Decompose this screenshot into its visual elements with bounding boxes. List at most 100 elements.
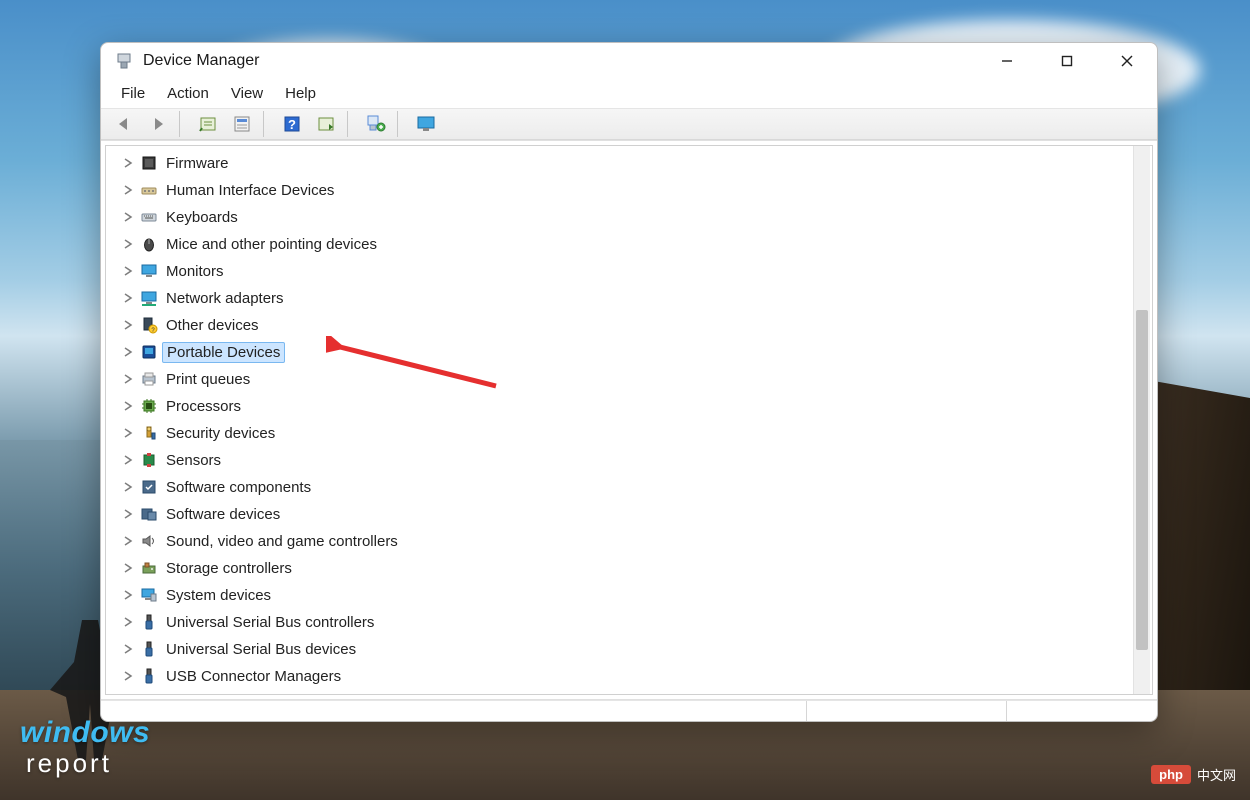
chevron-right-icon[interactable] xyxy=(122,643,134,655)
titlebar[interactable]: Device Manager xyxy=(101,43,1157,79)
menu-view[interactable]: View xyxy=(221,81,273,106)
chevron-right-icon[interactable] xyxy=(122,589,134,601)
chevron-right-icon[interactable] xyxy=(122,238,134,250)
tree-node-swcomp[interactable]: Software components xyxy=(106,474,1152,501)
help-icon: ? xyxy=(282,114,302,134)
client-area: Firmware Human Interface Devices Keyboards… xyxy=(101,140,1157,700)
tree-node-other[interactable]: ?Other devices xyxy=(106,312,1152,339)
tree-node-label: Human Interface Devices xyxy=(166,181,334,200)
device-manager-window: Device Manager File Action View Help xyxy=(100,42,1158,722)
portable-icon xyxy=(140,343,158,361)
tree-node-label: USB Connector Managers xyxy=(166,667,341,686)
tree-node-monitor[interactable]: Monitors xyxy=(106,258,1152,285)
show-hidden-button[interactable] xyxy=(191,109,225,139)
nav-forward-icon xyxy=(148,114,168,134)
statusbar-cell xyxy=(1006,701,1157,721)
sensor-icon xyxy=(140,451,158,469)
toolbar-separator xyxy=(347,111,355,137)
tree-node-label: Firmware xyxy=(166,154,229,173)
action-button[interactable] xyxy=(309,109,343,139)
tree-node-swdev[interactable]: Software devices xyxy=(106,501,1152,528)
chevron-right-icon[interactable] xyxy=(122,481,134,493)
system-icon xyxy=(140,586,158,604)
tree-node-network[interactable]: Network adapters xyxy=(106,285,1152,312)
chevron-right-icon[interactable] xyxy=(122,535,134,547)
tree-node-label: Software components xyxy=(166,478,311,497)
close-button[interactable] xyxy=(1097,43,1157,79)
show-hidden-icon xyxy=(198,114,218,134)
app-icon xyxy=(115,52,133,70)
usb-icon xyxy=(140,667,158,685)
menubar: File Action View Help xyxy=(101,79,1157,108)
nav-back-icon xyxy=(114,114,134,134)
chevron-right-icon[interactable] xyxy=(122,211,134,223)
hid-icon xyxy=(140,181,158,199)
chevron-right-icon[interactable] xyxy=(122,670,134,682)
tree-node-label: Sensors xyxy=(166,451,221,470)
usb-icon xyxy=(140,613,158,631)
tree-node-storage[interactable]: Storage controllers xyxy=(106,555,1152,582)
chevron-right-icon[interactable] xyxy=(122,319,134,331)
tree-node-label: Universal Serial Bus devices xyxy=(166,640,356,659)
menu-file[interactable]: File xyxy=(111,81,155,106)
tree-node-sensor[interactable]: Sensors xyxy=(106,447,1152,474)
tree-node-security[interactable]: Security devices xyxy=(106,420,1152,447)
chevron-right-icon[interactable] xyxy=(122,427,134,439)
statusbar xyxy=(101,700,1157,721)
tree-node-cpu[interactable]: Processors xyxy=(106,393,1152,420)
watermark-pill: php xyxy=(1151,765,1191,784)
scan-hardware-button[interactable] xyxy=(359,109,393,139)
chevron-right-icon[interactable] xyxy=(122,400,134,412)
window-controls xyxy=(977,43,1157,79)
tree-node-label: Security devices xyxy=(166,424,275,443)
chevron-right-icon[interactable] xyxy=(122,508,134,520)
menu-help[interactable]: Help xyxy=(275,81,326,106)
network-icon xyxy=(140,289,158,307)
security-icon xyxy=(140,424,158,442)
help-button[interactable]: ? xyxy=(275,109,309,139)
sound-icon xyxy=(140,532,158,550)
tree-node-label: Print queues xyxy=(166,370,250,389)
chevron-right-icon[interactable] xyxy=(122,292,134,304)
tree-node-hid[interactable]: Human Interface Devices xyxy=(106,177,1152,204)
chevron-right-icon[interactable] xyxy=(122,184,134,196)
minimize-button[interactable] xyxy=(977,43,1037,79)
nav-back-button[interactable] xyxy=(107,109,141,139)
tree-node-usb[interactable]: USB Connector Managers xyxy=(106,663,1152,690)
chevron-right-icon[interactable] xyxy=(122,346,134,358)
monitor-icon xyxy=(140,262,158,280)
menu-action[interactable]: Action xyxy=(157,81,219,106)
tree-node-usb[interactable]: Universal Serial Bus controllers xyxy=(106,609,1152,636)
svg-text:?: ? xyxy=(288,117,296,132)
properties-button[interactable] xyxy=(225,109,259,139)
tree-node-keyboard[interactable]: Keyboards xyxy=(106,204,1152,231)
tree-node-sound[interactable]: Sound, video and game controllers xyxy=(106,528,1152,555)
remote-display-button[interactable] xyxy=(409,109,443,139)
chevron-right-icon[interactable] xyxy=(122,157,134,169)
toolbar-separator xyxy=(179,111,187,137)
tree-node-label: Software devices xyxy=(166,505,280,524)
cpu-icon xyxy=(140,397,158,415)
chevron-right-icon[interactable] xyxy=(122,562,134,574)
scan-hardware-icon xyxy=(365,114,387,134)
toolbar-separator xyxy=(397,111,405,137)
tree-node-portable[interactable]: Portable Devices xyxy=(106,339,1152,366)
scroll-thumb[interactable] xyxy=(1136,310,1148,650)
nav-forward-button[interactable] xyxy=(141,109,175,139)
tree-node-usb[interactable]: Universal Serial Bus devices xyxy=(106,636,1152,663)
remote-display-icon xyxy=(415,114,437,134)
tree-node-printer[interactable]: Print queues xyxy=(106,366,1152,393)
printer-icon xyxy=(140,370,158,388)
vertical-scrollbar[interactable] xyxy=(1133,146,1150,694)
toolbar-separator xyxy=(263,111,271,137)
tree-node-firmware[interactable]: Firmware xyxy=(106,150,1152,177)
swcomp-icon xyxy=(140,478,158,496)
chevron-right-icon[interactable] xyxy=(122,373,134,385)
tree-node-system[interactable]: System devices xyxy=(106,582,1152,609)
maximize-button[interactable] xyxy=(1037,43,1097,79)
chevron-right-icon[interactable] xyxy=(122,454,134,466)
tree-node-mouse[interactable]: Mice and other pointing devices xyxy=(106,231,1152,258)
device-tree[interactable]: Firmware Human Interface Devices Keyboards… xyxy=(105,145,1153,695)
chevron-right-icon[interactable] xyxy=(122,265,134,277)
chevron-right-icon[interactable] xyxy=(122,616,134,628)
